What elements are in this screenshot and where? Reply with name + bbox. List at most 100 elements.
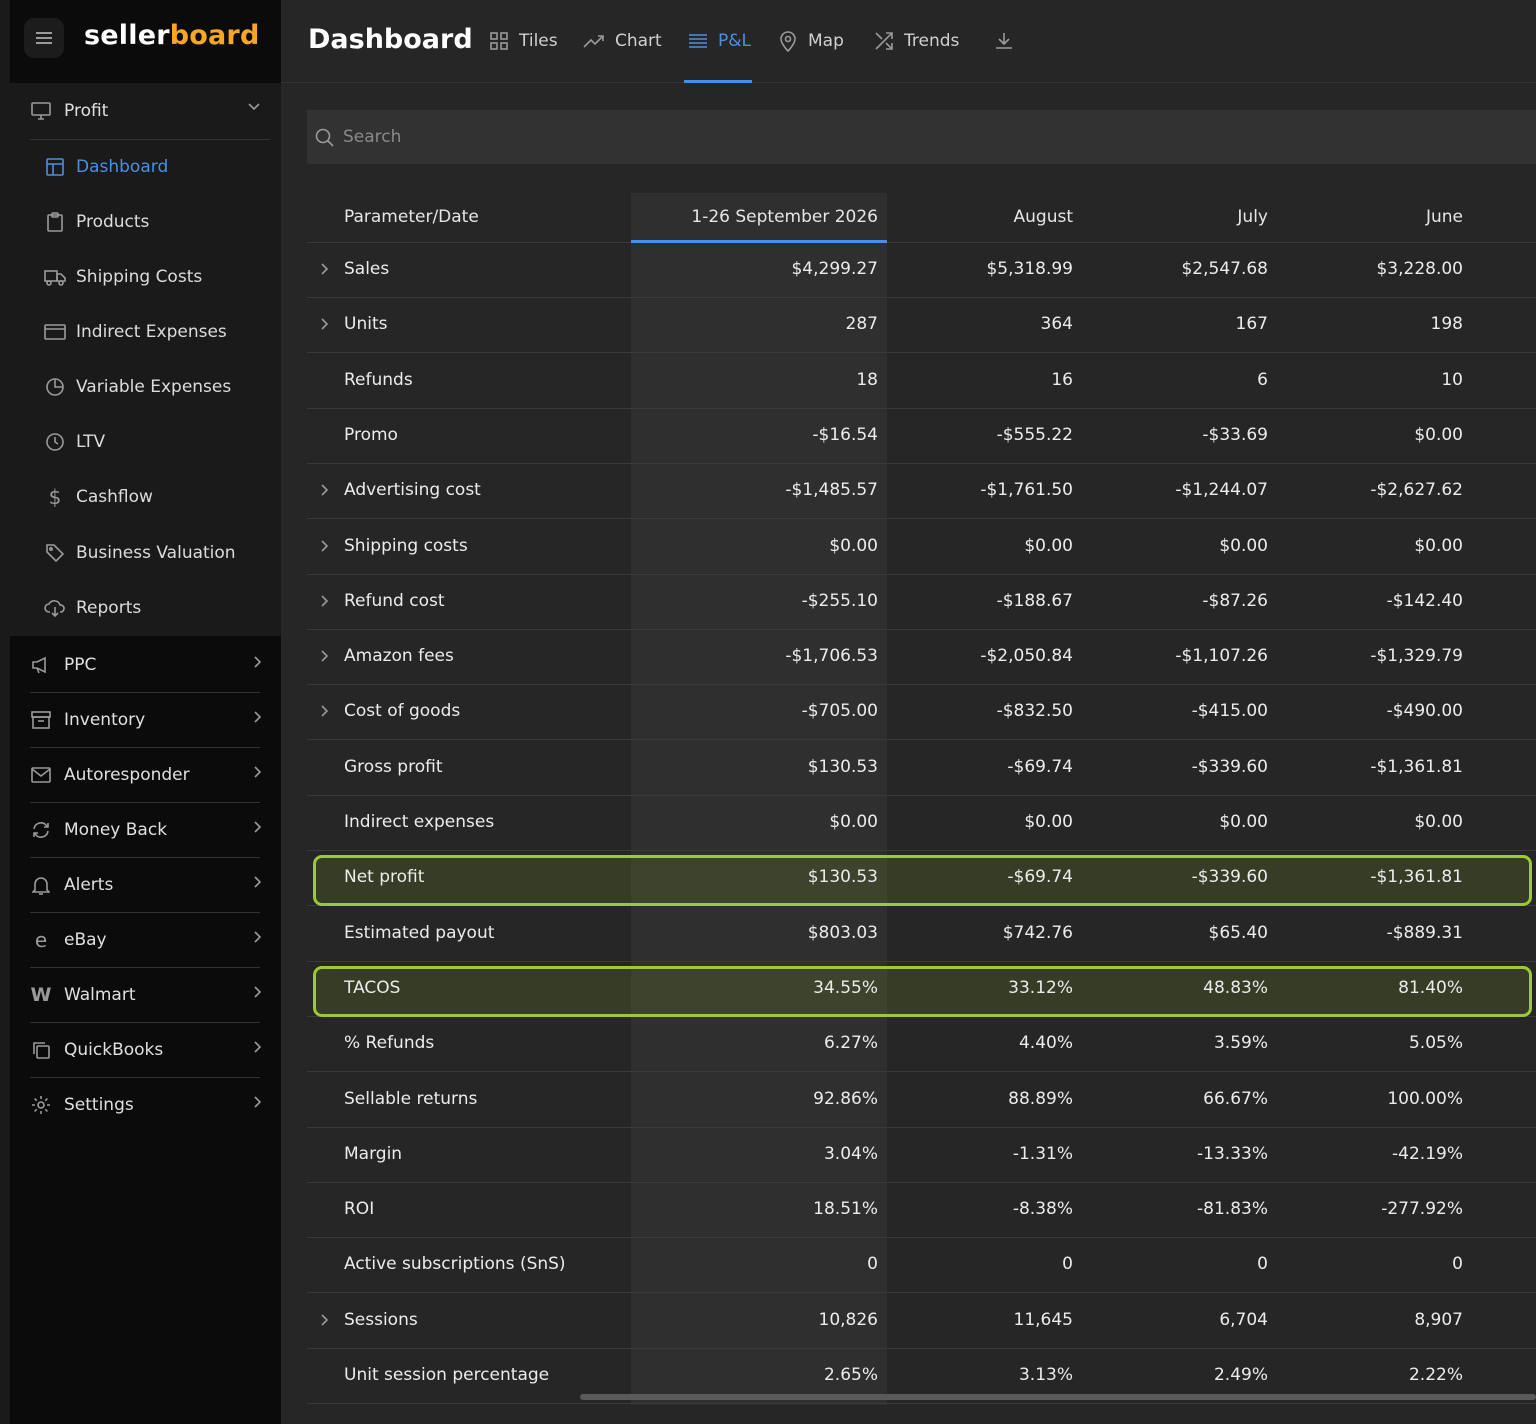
column-header-june[interactable]: June bbox=[1426, 207, 1463, 227]
table-row: ROI 18.51% -8.38% -81.83% -277.92% bbox=[307, 1183, 1536, 1239]
column-header-august[interactable]: August bbox=[1014, 207, 1074, 227]
row-value: -$69.74 bbox=[1007, 867, 1073, 888]
horizontal-scrollbar[interactable] bbox=[580, 1394, 1536, 1400]
sidebar-item-alerts[interactable]: Alerts bbox=[30, 857, 262, 912]
sidebar-item-ebay[interactable]: e eBay bbox=[30, 912, 262, 967]
tab-pl[interactable]: P&L bbox=[688, 28, 751, 54]
sidebar-item-profit[interactable]: Profit bbox=[30, 83, 260, 138]
row-label: Sellable returns bbox=[344, 1088, 478, 1109]
sidebar-item-inventory[interactable]: Inventory bbox=[30, 692, 262, 747]
download-button[interactable] bbox=[994, 28, 1024, 54]
row-value: $0.00 bbox=[1024, 535, 1073, 556]
table-row: Promo -$16.54 -$555.22 -$33.69 $0.00 bbox=[307, 409, 1536, 464]
logo[interactable]: sellerboard bbox=[84, 20, 259, 51]
tab-map[interactable]: Map bbox=[778, 28, 844, 54]
sidebar-item-cashflow[interactable]: $ Cashflow bbox=[44, 469, 264, 524]
column-header-current[interactable]: 1-26 September 2026 bbox=[691, 207, 878, 227]
row-label: Advertising cost bbox=[344, 480, 481, 501]
grid-icon bbox=[490, 32, 508, 50]
chevron-right-icon bbox=[254, 876, 262, 888]
mail-icon bbox=[30, 764, 52, 786]
table-row[interactable]: Units 287 364 167 198 bbox=[307, 298, 1536, 354]
sidebar-item-settings[interactable]: Settings bbox=[30, 1077, 262, 1132]
row-value: $65.40 bbox=[1208, 922, 1268, 943]
row-label: TACOS bbox=[344, 977, 401, 998]
sidebar-item-reports[interactable]: Reports bbox=[44, 580, 264, 635]
sidebar-item-label: Products bbox=[76, 211, 150, 232]
row-value: -$1,706.53 bbox=[785, 646, 878, 667]
sidebar-item-dashboard[interactable]: Dashboard bbox=[44, 139, 264, 194]
tab-chart[interactable]: Chart bbox=[583, 28, 662, 54]
row-value: -1.31% bbox=[1012, 1143, 1073, 1164]
table-row[interactable]: Shipping costs $0.00 $0.00 $0.00 $0.00 bbox=[307, 520, 1536, 575]
table-row[interactable]: Advertising cost -$1,485.57 -$1,761.50 -$1,… bbox=[307, 464, 1536, 520]
expand-chevron-icon[interactable] bbox=[321, 705, 329, 717]
tag-icon bbox=[44, 542, 66, 564]
row-label: Cost of goods bbox=[344, 701, 461, 722]
row-value: -$889.31 bbox=[1386, 922, 1463, 943]
row-label: Net profit bbox=[344, 867, 425, 888]
sidebar-item-ltv[interactable]: LTV bbox=[44, 414, 264, 469]
tab-tiles[interactable]: Tiles bbox=[489, 28, 558, 54]
tab-label: Tiles bbox=[519, 31, 558, 51]
sidebar-item-products[interactable]: Products bbox=[44, 194, 264, 249]
sidebar-item-label: Money Back bbox=[64, 819, 168, 840]
row-label: Indirect expenses bbox=[344, 812, 495, 832]
expand-chevron-icon[interactable] bbox=[321, 318, 329, 330]
row-value: 33.12% bbox=[1008, 977, 1073, 998]
expand-chevron-icon[interactable] bbox=[321, 484, 329, 496]
ebay-icon: e bbox=[34, 927, 48, 952]
chevron-right-icon bbox=[254, 656, 262, 668]
column-header-july[interactable]: July bbox=[1237, 207, 1268, 227]
table-row[interactable]: Cost of goods -$705.00 -$832.50 -$415.00 -$4… bbox=[307, 685, 1536, 741]
hamburger-menu-icon[interactable] bbox=[24, 18, 64, 58]
sidebar-item-quickbooks[interactable]: QuickBooks bbox=[30, 1022, 262, 1077]
expand-chevron-icon[interactable] bbox=[321, 539, 329, 552]
chevron-right-icon bbox=[254, 821, 262, 833]
table-row: TACOS 34.55% 33.12% 48.83% 81.40% bbox=[307, 962, 1536, 1017]
sidebar-item-variable-expenses[interactable]: Variable Expenses bbox=[44, 359, 264, 414]
search-bar bbox=[307, 110, 1536, 164]
expand-chevron-icon[interactable] bbox=[321, 595, 329, 607]
box-icon bbox=[30, 709, 52, 731]
table-row[interactable]: Refund cost -$255.10 -$188.67 -$87.26 -$142.… bbox=[307, 575, 1536, 630]
row-value: 2.22% bbox=[1408, 1365, 1463, 1385]
expand-chevron-icon[interactable] bbox=[321, 1314, 329, 1326]
chevron-right-icon bbox=[254, 766, 262, 778]
sidebar-item-label: Shipping Costs bbox=[76, 266, 203, 287]
expand-chevron-icon[interactable] bbox=[321, 650, 329, 662]
row-value: -$490.00 bbox=[1386, 701, 1463, 722]
sidebar-item-label: LTV bbox=[76, 431, 106, 452]
table-row[interactable]: Amazon fees -$1,706.53 -$2,050.84 -$1,107.2… bbox=[307, 630, 1536, 686]
row-value: 2.49% bbox=[1213, 1365, 1268, 1385]
row-value: -$2,627.62 bbox=[1370, 480, 1463, 501]
tab-trends[interactable]: Trends bbox=[874, 28, 959, 54]
sidebar-item-indirect-expenses[interactable]: Indirect Expenses bbox=[44, 304, 264, 359]
sidebar-item-shipping-costs[interactable]: Shipping Costs bbox=[44, 249, 264, 304]
sidebar-item-money-back[interactable]: Money Back bbox=[30, 802, 262, 857]
search-input[interactable] bbox=[343, 122, 943, 152]
row-value: 92.86% bbox=[813, 1088, 878, 1109]
expand-chevron-icon[interactable] bbox=[321, 263, 329, 275]
row-label: Estimated payout bbox=[344, 922, 495, 943]
sidebar-item-ppc[interactable]: PPC bbox=[30, 637, 262, 692]
sidebar-item-walmart[interactable]: W Walmart bbox=[30, 967, 262, 1022]
table-row[interactable]: Sales $4,299.27 $5,318.99 $2,547.68 $3,228.0… bbox=[307, 243, 1536, 298]
chevron-right-icon bbox=[254, 711, 262, 723]
sidebar-item-business-valuation[interactable]: Business Valuation bbox=[44, 525, 264, 580]
tab-label: Map bbox=[808, 31, 844, 51]
sidebar-edge bbox=[0, 0, 10, 1424]
sidebar-item-label: Business Valuation bbox=[76, 542, 236, 563]
row-label: Shipping costs bbox=[344, 535, 468, 556]
chevron-right-icon bbox=[254, 1096, 262, 1108]
table-row[interactable]: Sessions 10,826 11,645 6,704 8,907 bbox=[307, 1294, 1536, 1349]
sidebar-item-autoresponder[interactable]: Autoresponder bbox=[30, 747, 262, 802]
sidebar-item-label: QuickBooks bbox=[64, 1039, 164, 1060]
row-value: 6 bbox=[1257, 369, 1268, 390]
sidebar-item-label: Reports bbox=[76, 597, 142, 618]
table-row: Indirect expenses $0.00 $0.00 $0.00 $0.00 bbox=[307, 796, 1536, 851]
walmart-icon: W bbox=[30, 983, 52, 1006]
tab-label: P&L bbox=[718, 31, 751, 51]
row-value: -13.33% bbox=[1197, 1143, 1268, 1164]
row-value: 2.65% bbox=[823, 1365, 878, 1385]
